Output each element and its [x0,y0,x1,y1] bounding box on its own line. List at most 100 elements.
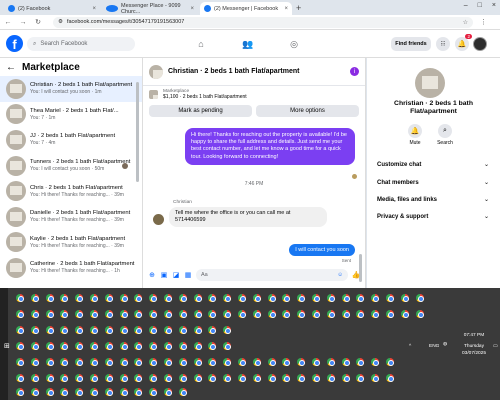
chrome-shortcut-icon[interactable] [45,374,54,382]
chrome-shortcut-icon[interactable] [149,326,158,334]
info-icon[interactable]: i [350,67,359,76]
chrome-shortcut-icon[interactable] [356,310,365,318]
chrome-shortcut-icon[interactable] [223,358,232,366]
chrome-shortcut-icon[interactable] [90,388,98,396]
emoji-icon[interactable]: ☺ [337,272,343,278]
home-icon[interactable]: ⌂ [193,36,209,52]
chrome-shortcut-icon[interactable] [16,310,24,318]
plus-icon[interactable]: ⊕ [148,271,156,279]
chrome-shortcut-icon[interactable] [30,358,39,366]
back-arrow-icon[interactable]: ← [6,62,16,73]
conversation-item[interactable]: JJ · 2 beds 1 bath Flat/apartment You: 7 … [0,127,142,153]
chrome-shortcut-icon[interactable] [90,374,98,382]
chrome-shortcut-icon[interactable] [104,358,113,366]
chrome-shortcut-icon[interactable] [208,326,217,334]
chrome-shortcut-icon[interactable] [252,374,261,382]
chrome-shortcut-icon[interactable] [75,310,84,318]
chrome-shortcut-icon[interactable] [134,388,143,396]
chrome-shortcut-icon[interactable] [400,294,409,302]
chrome-shortcut-icon[interactable] [75,342,84,350]
chrome-shortcut-icon[interactable] [297,310,306,318]
chrome-shortcut-icon[interactable] [223,294,232,302]
chrome-shortcut-icon[interactable] [30,310,39,318]
sticker-icon[interactable]: ◪ [172,271,180,279]
close-icon[interactable]: × [92,6,96,12]
search-input[interactable]: ⌕ Search Facebook [27,37,135,51]
chrome-shortcut-icon[interactable] [193,294,202,302]
conversation-item[interactable]: Chris · 2 beds 1 bath Flat/apartment You:… [0,178,142,204]
chrome-shortcut-icon[interactable] [223,342,232,350]
profile-avatar[interactable] [473,37,487,51]
chrome-shortcut-icon[interactable] [149,358,158,366]
chrome-shortcut-icon[interactable] [149,388,158,396]
chrome-shortcut-icon[interactable] [90,294,98,302]
chrome-shortcut-icon[interactable] [371,358,380,366]
chrome-shortcut-icon[interactable] [164,374,172,382]
chrome-shortcut-icon[interactable] [415,294,424,302]
close-window-icon[interactable]: × [492,2,496,9]
tray-chevron-icon[interactable]: ^ [409,344,411,349]
chrome-shortcut-icon[interactable] [312,310,320,318]
network-icon[interactable]: ◍ [443,342,447,347]
chrome-shortcut-icon[interactable] [178,388,187,396]
chrome-shortcut-icon[interactable] [119,294,128,302]
chrome-shortcut-icon[interactable] [341,374,350,382]
chrome-shortcut-icon[interactable] [60,342,69,350]
chrome-shortcut-icon[interactable] [282,374,291,382]
chrome-shortcut-icon[interactable] [312,374,320,382]
conversation-item[interactable]: Tunners · 2 beds 1 bath Flat/apartment Yo… [0,153,142,179]
chrome-shortcut-icon[interactable] [223,310,232,318]
chrome-shortcut-icon[interactable] [45,358,54,366]
chrome-shortcut-icon[interactable] [267,294,276,302]
chat-title[interactable]: Christian · 2 beds 1 bath Flat/apartment [168,68,299,75]
thumbs-up-icon[interactable]: 👍 [352,271,361,279]
chrome-shortcut-icon[interactable] [134,294,143,302]
browser-tab[interactable]: Messenger Place - 9099 Churc... × [102,2,198,15]
chrome-shortcut-icon[interactable] [104,388,113,396]
chat-members-item[interactable]: Chat members ⌄ [377,179,489,187]
back-icon[interactable]: ← [4,19,12,26]
notifications-icon[interactable]: 🔔 2 [455,34,472,51]
chrome-shortcut-icon[interactable] [45,326,54,334]
chrome-shortcut-icon[interactable] [238,374,246,382]
chrome-shortcut-icon[interactable] [119,326,128,334]
chrome-shortcut-icon[interactable] [164,326,172,334]
chrome-shortcut-icon[interactable] [252,310,261,318]
conversation-item[interactable]: Danielle · 2 beds 1 bath Flat/apartment Y… [0,204,142,230]
url-input[interactable]: ⚙ facebook.com/messages/t/30547179191563… [53,16,473,28]
bookmark-star-icon[interactable]: ☆ [463,19,468,26]
close-icon[interactable]: × [284,6,288,12]
chrome-shortcut-icon[interactable] [297,358,306,366]
new-tab-icon[interactable]: + [296,3,301,13]
chrome-shortcut-icon[interactable] [164,294,172,302]
chrome-shortcut-icon[interactable] [415,310,424,318]
chat-avatar[interactable] [149,64,163,79]
chrome-shortcut-icon[interactable] [282,310,291,318]
chrome-shortcut-icon[interactable] [16,342,24,350]
chrome-shortcut-icon[interactable] [193,358,202,366]
chrome-shortcut-icon[interactable] [90,310,98,318]
groups-icon[interactable]: ◎ [286,36,302,52]
windows-start-icon[interactable]: ⊞ [4,342,10,350]
chrome-shortcut-icon[interactable] [45,388,54,396]
site-info-icon[interactable]: ⚙ [58,19,63,25]
chrome-shortcut-icon[interactable] [267,374,276,382]
chrome-shortcut-icon[interactable] [252,358,261,366]
forward-icon[interactable]: → [19,19,27,26]
chrome-shortcut-icon[interactable] [178,358,187,366]
chrome-shortcut-icon[interactable] [149,310,158,318]
mark-pending-button[interactable]: Mark as pending [149,105,252,117]
search-conversation-button[interactable]: ⌕ Search [433,124,457,146]
chrome-shortcut-icon[interactable] [193,342,202,350]
chrome-shortcut-icon[interactable] [16,388,24,396]
browser-tab-active[interactable]: (2) Messenger | Facebook × [200,2,292,15]
friends-icon[interactable]: 👥 [240,36,256,52]
chrome-shortcut-icon[interactable] [267,310,276,318]
chrome-shortcut-icon[interactable] [386,358,394,366]
chrome-shortcut-icon[interactable] [371,294,380,302]
chrome-shortcut-icon[interactable] [60,310,69,318]
chrome-shortcut-icon[interactable] [16,294,24,302]
chrome-shortcut-icon[interactable] [178,374,187,382]
close-icon[interactable]: × [190,6,194,12]
chrome-shortcut-icon[interactable] [371,374,380,382]
